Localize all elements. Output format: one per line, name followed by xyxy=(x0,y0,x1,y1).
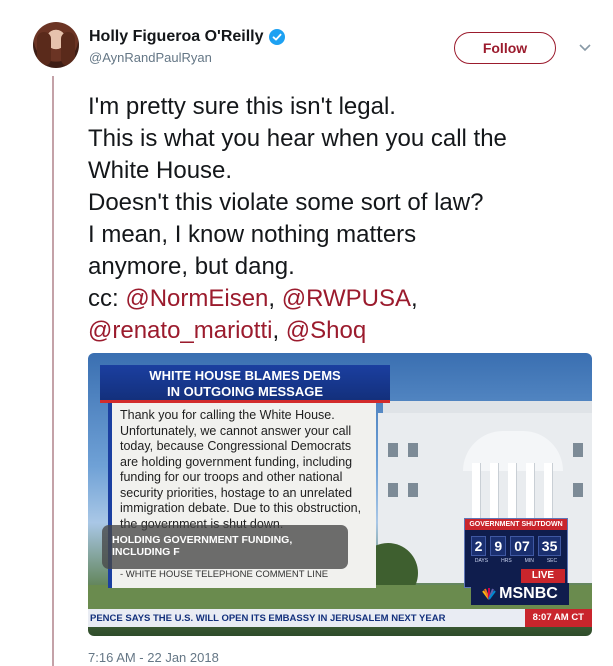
cc-prefix: cc: xyxy=(88,285,126,312)
mention-link[interactable]: @renato_mariotti xyxy=(88,317,272,344)
tweet-line: I mean, I know nothing matters xyxy=(88,221,417,248)
tweet-line: Doesn't this violate some sort of law? xyxy=(88,189,484,216)
peacock-icon xyxy=(482,588,496,600)
mention-link[interactable]: @NormEisen xyxy=(125,285,268,312)
tweet-line: White House. xyxy=(88,157,233,184)
white-house-window xyxy=(573,483,583,497)
funding-overlay-box: HOLDING GOVERNMENT FUNDING, INCLUDING F xyxy=(102,525,348,569)
white-house-window xyxy=(573,443,583,457)
white-house-window xyxy=(388,443,398,457)
verified-badge-icon xyxy=(268,29,285,45)
clock-unit: SEC xyxy=(546,558,558,564)
author-name-row[interactable]: Holly Figueroa O'Reilly xyxy=(89,28,285,46)
clock-seconds: 35 xyxy=(537,536,562,556)
network-logo: MSNBC xyxy=(471,583,569,605)
tweet-line: I'm pretty sure this isn't legal. xyxy=(88,93,396,120)
white-house-window xyxy=(408,483,418,497)
network-name: MSNBC xyxy=(499,585,558,602)
tweet-line: This is what you hear when you call the xyxy=(88,125,507,152)
clock-hours: 9 xyxy=(490,536,507,556)
author-name[interactable]: Holly Figueroa O'Reilly xyxy=(89,28,264,46)
avatar-hair-right xyxy=(61,32,75,66)
tweet-cc-line-2: @renato_mariotti, @Shoq xyxy=(88,315,598,347)
shutdown-label: GOVERNMENT SHUTDOWN xyxy=(465,519,567,530)
author-block: Holly Figueroa O'Reilly @AynRandPaulRyan xyxy=(89,28,285,65)
white-house-window xyxy=(388,483,398,497)
author-handle[interactable]: @AynRandPaulRyan xyxy=(89,50,285,65)
clock-unit: HRS xyxy=(501,558,512,564)
white-house-window xyxy=(408,443,418,457)
mention-separator: , xyxy=(411,285,418,312)
news-headline-banner: WHITE HOUSE BLAMES DEMS IN OUTGOING MESS… xyxy=(100,365,390,403)
clock-days: 2 xyxy=(470,536,487,556)
clock-unit: DAYS xyxy=(474,558,489,564)
message-text: Thank you for calling the White House. U… xyxy=(120,408,362,531)
thread-line xyxy=(52,76,54,666)
clock-units: DAYS HRS MIN SEC xyxy=(465,558,567,564)
tweet-timestamp[interactable]: 7:16 AM - 22 Jan 2018 xyxy=(88,650,219,665)
headline-line-1: WHITE HOUSE BLAMES DEMS xyxy=(149,368,341,383)
news-ticker: PENCE SAYS THE U.S. WILL OPEN ITS EMBASS… xyxy=(88,609,592,627)
live-badge: LIVE xyxy=(521,569,565,583)
mention-link[interactable]: @Shoq xyxy=(286,317,366,344)
clock-minutes: 07 xyxy=(510,536,534,556)
tweet-media-image[interactable]: WHITE HOUSE BLAMES DEMS IN OUTGOING MESS… xyxy=(88,353,592,636)
tweet-text: I'm pretty sure this isn't legal. This i… xyxy=(88,91,598,347)
avatar-hair-left xyxy=(37,32,51,66)
clock-unit: MIN xyxy=(524,558,534,564)
follow-button[interactable]: Follow xyxy=(454,32,556,64)
mention-link[interactable]: @RWPUSA xyxy=(282,285,411,312)
tweet-cc-line: cc: @NormEisen, @RWPUSA, xyxy=(88,283,598,315)
avatar[interactable] xyxy=(33,22,79,68)
shutdown-clock: 2 9 07 35 xyxy=(465,536,567,556)
tweet-line: anymore, but dang. xyxy=(88,253,295,280)
mention-separator: , xyxy=(268,285,282,312)
mention-separator: , xyxy=(272,317,286,344)
chevron-down-icon[interactable] xyxy=(578,40,592,54)
headline-line-2: IN OUTGOING MESSAGE xyxy=(166,384,323,399)
ticker-time: 8:07 AM CT xyxy=(524,609,592,627)
ticker-text: PENCE SAYS THE U.S. WILL OPEN ITS EMBASS… xyxy=(90,612,446,624)
